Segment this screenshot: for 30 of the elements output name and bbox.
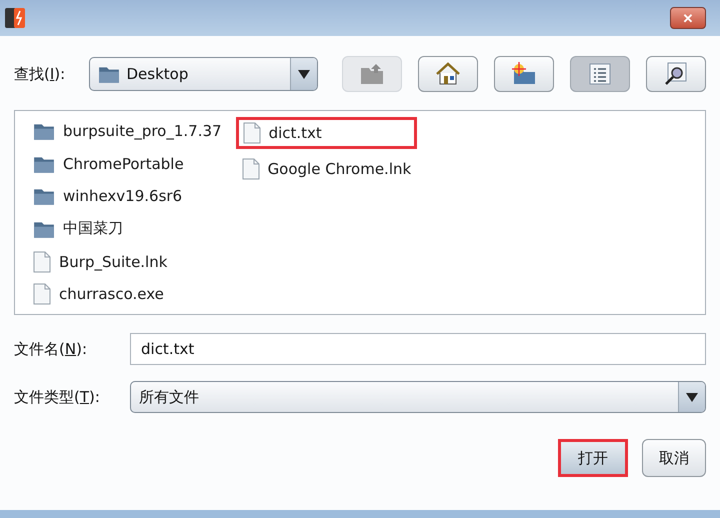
document-icon	[242, 158, 260, 180]
dropdown-arrow-icon	[298, 70, 310, 78]
file-item[interactable]: Burp_Suite.lnk	[27, 248, 228, 276]
toolbar-button[interactable]	[418, 56, 478, 92]
app-icon	[5, 7, 25, 29]
file-name-field[interactable]: dict.txt	[130, 333, 706, 365]
new-folder-icon	[511, 62, 537, 86]
toolbar-button[interactable]	[646, 56, 706, 92]
look-in-dropdown[interactable]: Desktop	[89, 57, 318, 91]
file-item[interactable]: churrasco.exe	[27, 280, 228, 308]
details-view-icon	[664, 62, 688, 86]
file-type-dropdown[interactable]: 所有文件	[130, 381, 706, 413]
folder-item[interactable]: winhexv19.6sr6	[27, 182, 228, 210]
file-type-label: 文件类型(T):	[14, 388, 101, 406]
look-in-label: 查找(I):	[14, 64, 66, 84]
home-icon	[435, 62, 461, 86]
file-name-label: 文件名(N):	[14, 340, 88, 358]
file-item[interactable]: Google Chrome.lnk	[236, 154, 418, 184]
cancel-button[interactable]: 取消	[642, 439, 706, 477]
open-button[interactable]: 打开	[558, 439, 628, 477]
dropdown-arrow-icon	[686, 392, 698, 402]
folder-item[interactable]: burpsuite_pro_1.7.37	[27, 117, 228, 145]
file-item[interactable]: dict.txt	[236, 117, 418, 149]
folder-item[interactable]: 中国菜刀	[27, 215, 228, 243]
list-view-icon	[589, 63, 611, 85]
folder-item[interactable]: ChromePortable	[27, 150, 228, 178]
document-icon	[33, 283, 51, 306]
folder-up-icon	[359, 62, 385, 86]
document-icon	[33, 250, 51, 273]
document-icon	[242, 122, 261, 144]
